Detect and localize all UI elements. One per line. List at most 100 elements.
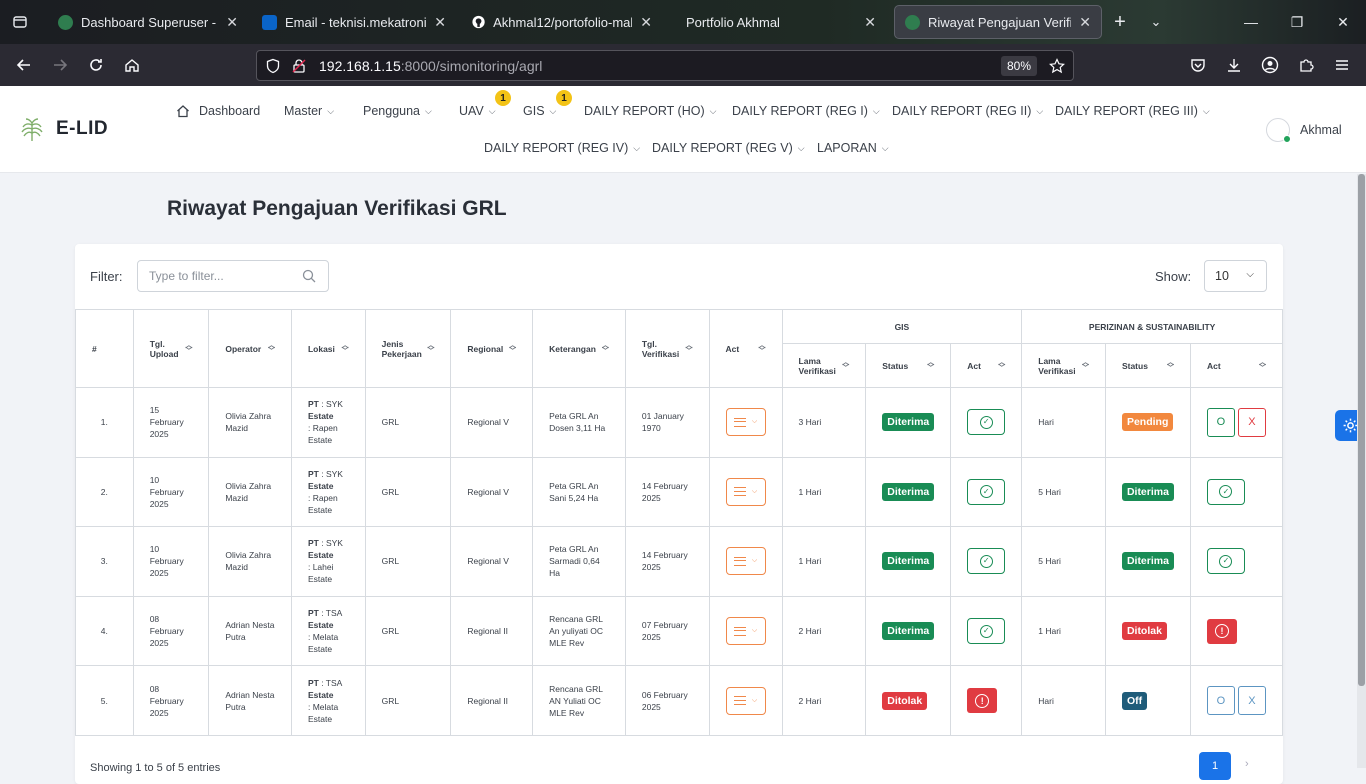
menu-gis[interactable]: GIS ⌵	[523, 104, 556, 118]
gis-approve-button[interactable]: ✓	[967, 548, 1006, 575]
cell-keterangan: Peta GRL An Sani 5,24 Ha	[532, 456, 626, 528]
col-no: #	[75, 309, 134, 388]
col-gis-act[interactable]: Act ︿ ﹀	[950, 343, 1023, 388]
close-icon[interactable]: ✕	[640, 14, 652, 31]
browser-tab-3[interactable]: Akhmal12/portofolio-mals: Po ✕	[462, 5, 662, 39]
status-badge: Ditolak	[1121, 622, 1167, 641]
home-button[interactable]	[114, 49, 150, 81]
row-action-dropdown[interactable]: ⌵	[725, 477, 766, 506]
browser-tab-5-active[interactable]: Riwayat Pengajuan Verifikasi G ✕	[894, 5, 1102, 39]
pagination-next[interactable]: ›	[1245, 758, 1249, 770]
col-gis-status[interactable]: Status ︿ ﹀	[865, 343, 952, 388]
gis-rejected-button[interactable]: !	[967, 688, 998, 714]
chevron-down-icon: ⌵	[633, 142, 641, 153]
menu-pengguna[interactable]: Pengguna ⌵	[363, 104, 432, 118]
filter-input[interactable]	[137, 260, 329, 292]
col-ps-act[interactable]: Act ︿ ﹀	[1189, 343, 1284, 388]
avatar	[1266, 118, 1291, 143]
menu-dashboard[interactable]: Dashboard	[176, 104, 260, 118]
col-tgl-verifikasi[interactable]: Tgl. Verifikasi ︿ ﹀	[624, 309, 710, 388]
cell-keterangan: Peta GRL An Dosen 3,11 Ha	[532, 387, 626, 458]
alert-circle-icon: !	[1214, 624, 1229, 639]
row-action-dropdown[interactable]: ⌵	[725, 547, 766, 576]
page-size-select[interactable]: 10 ⌵	[1204, 260, 1267, 292]
user-menu[interactable]: Akhmal	[1266, 118, 1342, 143]
row-action-dropdown[interactable]: ⌵	[725, 617, 766, 646]
menu-daily-report-reg-4[interactable]: DAILY REPORT (REG IV) ⌵	[484, 141, 640, 155]
sort-icon: ︿ ﹀	[1081, 358, 1089, 372]
col-gis-lama[interactable]: Lama Verifikasi ︿ ﹀	[781, 343, 867, 388]
estate-value: Melata Estate	[307, 701, 339, 724]
col-tgl-upload[interactable]: Tgl. Upload ︿ ﹀	[132, 309, 210, 388]
menu-uav[interactable]: UAV ⌵	[459, 104, 496, 118]
ps-approve-button[interactable]: ✓	[1206, 548, 1245, 575]
ps-reject-button[interactable]: X	[1237, 686, 1266, 716]
close-icon[interactable]: ✕	[434, 14, 446, 31]
ps-rejected-button[interactable]: !	[1206, 618, 1237, 644]
gis-approve-button[interactable]: ✓	[967, 409, 1006, 436]
group-perizinan: PERIZINAN & SUSTAINABILITY	[1021, 309, 1283, 344]
reload-button[interactable]	[78, 49, 114, 81]
col-keterangan[interactable]: Keterangan ︿ ﹀	[532, 309, 626, 388]
address-bar[interactable]: 192.168.1.15:8000/simonitoring/agrl 80%	[256, 50, 1074, 81]
gis-approve-button[interactable]: ✓	[967, 618, 1006, 645]
close-icon[interactable]: ✕	[864, 14, 876, 31]
gis-approve-button[interactable]: ✓	[967, 478, 1006, 505]
tab-title: Akhmal12/portofolio-mals: Po	[493, 14, 633, 30]
bookmark-star-icon[interactable]	[1049, 58, 1065, 74]
col-regional[interactable]: Regional ︿ ﹀	[450, 309, 534, 388]
brand[interactable]: E-LID	[18, 115, 108, 143]
col-ps-lama[interactable]: Lama Verifikasi ︿ ﹀	[1021, 343, 1106, 388]
menu-daily-report-reg-5[interactable]: DAILY REPORT (REG V) ⌵	[652, 141, 805, 155]
pocket-icon	[1191, 59, 1205, 72]
forward-button[interactable]	[42, 49, 78, 81]
list-all-tabs-button[interactable]: ⌄	[1138, 5, 1174, 39]
menu-daily-report-reg-1[interactable]: DAILY REPORT (REG I) ⌵	[732, 104, 880, 118]
restore-button[interactable]: ❐	[1274, 0, 1320, 44]
scrollbar-thumb[interactable]	[1358, 174, 1365, 686]
ps-approve-button[interactable]: ✓	[1206, 478, 1245, 505]
cell-keterangan: Rencana GRL An yuliyati OC MLE Rev	[532, 595, 626, 667]
col-lokasi[interactable]: Lokasi ︿ ﹀	[290, 309, 366, 388]
sort-icon: ︿ ﹀	[998, 358, 1006, 372]
downloads-button[interactable]	[1216, 44, 1252, 86]
browser-tab-2[interactable]: Email - teknisi.mekatronika@ ✕	[252, 5, 456, 39]
pagination-page-1[interactable]: 1	[1199, 752, 1231, 780]
menu-daily-report-reg-3[interactable]: DAILY REPORT (REG III) ⌵	[1055, 104, 1210, 118]
menu-laporan[interactable]: LAPORAN ⌵	[817, 141, 889, 155]
ps-accept-button[interactable]: O	[1206, 686, 1235, 716]
col-jenis-pekerjaan[interactable]: Jenis Pekerjaan ︿ ﹀	[364, 309, 452, 388]
ps-reject-button[interactable]: X	[1237, 407, 1266, 437]
account-button[interactable]	[1252, 44, 1288, 86]
back-button[interactable]	[6, 49, 42, 81]
pocket-button[interactable]	[1180, 44, 1216, 86]
page-scrollbar[interactable]	[1357, 174, 1366, 768]
close-window-button[interactable]: ✕	[1320, 0, 1366, 44]
tab-list-button[interactable]	[0, 0, 40, 44]
new-tab-button[interactable]: +	[1102, 5, 1138, 39]
extensions-button[interactable]	[1288, 44, 1324, 86]
col-operator[interactable]: Operator ︿ ﹀	[208, 309, 292, 388]
ps-accept-button[interactable]: O	[1206, 407, 1235, 437]
zoom-level[interactable]: 80%	[1000, 56, 1037, 76]
row-action-dropdown[interactable]: ⌵	[725, 686, 766, 715]
browser-tab-4[interactable]: Portfolio Akhmal ✕	[676, 5, 886, 39]
chevron-down-icon: ⌵	[881, 142, 889, 153]
menu-daily-report-ho[interactable]: DAILY REPORT (HO) ⌵	[584, 104, 716, 118]
cell-ps-act: OX	[1189, 665, 1284, 736]
menu-master[interactable]: Master ⌵	[284, 104, 334, 118]
col-act[interactable]: Act ︿ ﹀	[708, 309, 783, 388]
close-icon[interactable]: ✕	[226, 14, 238, 31]
pt-value: TSA	[325, 677, 343, 688]
reload-icon	[90, 59, 102, 71]
minimize-button[interactable]: —	[1228, 0, 1274, 44]
cell-gis-act: !	[950, 665, 1023, 736]
close-icon[interactable]: ✕	[1079, 14, 1091, 31]
col-ps-status[interactable]: Status ︿ ﹀	[1104, 343, 1191, 388]
cell-ps-act: ✓	[1189, 456, 1284, 528]
menu-button[interactable]	[1324, 44, 1360, 86]
menu-daily-report-reg-2[interactable]: DAILY REPORT (REG II) ⌵	[892, 104, 1043, 118]
row-action-dropdown[interactable]: ⌵	[725, 408, 766, 437]
cell-act: ⌵	[708, 595, 783, 667]
browser-tab-1[interactable]: Dashboard Superuser - E-LID ✕	[48, 5, 248, 39]
